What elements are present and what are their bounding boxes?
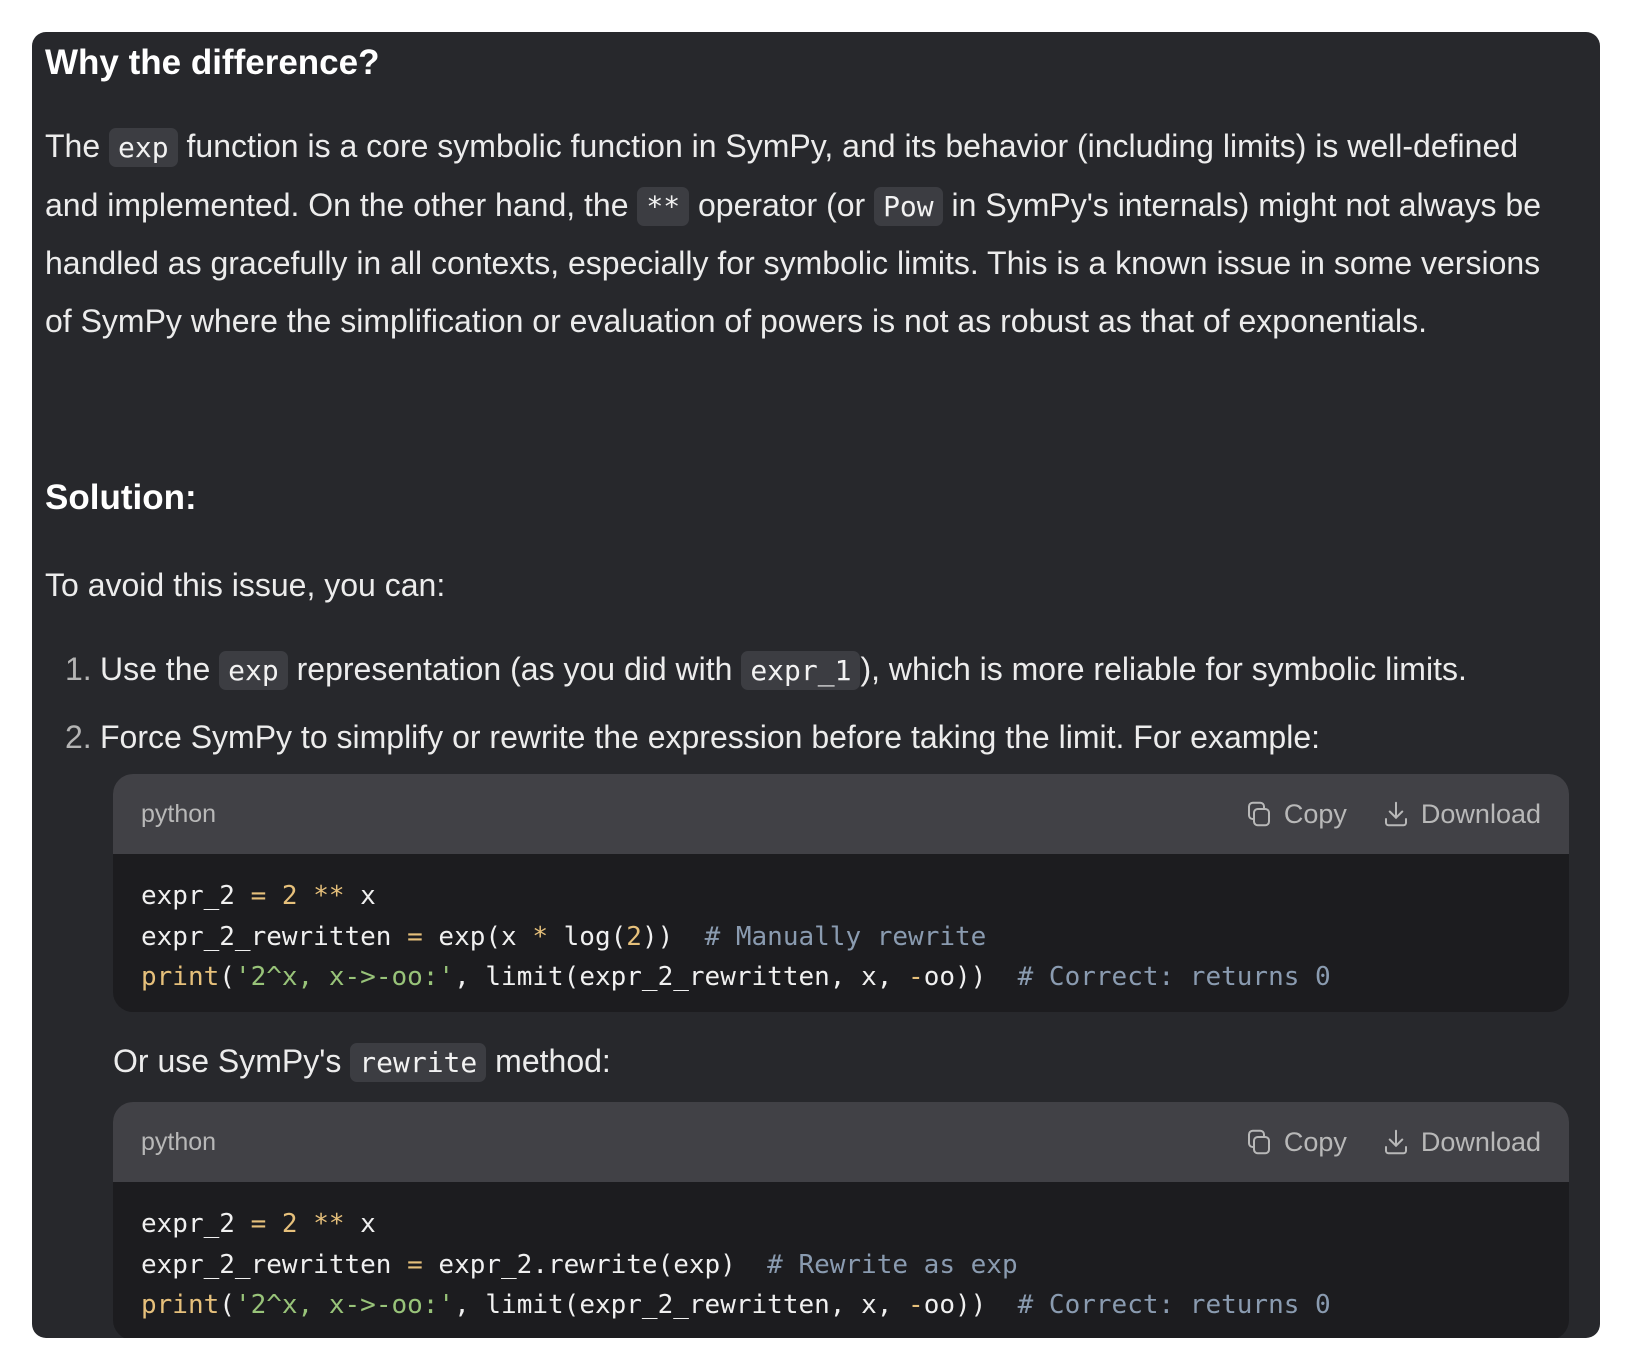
code-line: expr_2 = 2 ** x xyxy=(141,1204,1541,1245)
code-token: log( xyxy=(548,921,627,952)
inline-code-expr1: expr_1 xyxy=(741,651,861,690)
list-text: Use the xyxy=(100,651,220,687)
explanation-paragraph: The exp function is a core symbolic func… xyxy=(45,118,1555,350)
code-line: expr_2_rewritten = exp(x * log(2)) # Man… xyxy=(141,917,1541,958)
code-body: expr_2 = 2 ** x expr_2_rewritten = expr_… xyxy=(113,1182,1569,1338)
code-token: print xyxy=(141,962,220,992)
inline-code-rewrite: rewrite xyxy=(350,1043,487,1082)
code-line: expr_2 = 2 ** x xyxy=(141,876,1541,917)
inline-code-pow-operator: ** xyxy=(637,186,690,226)
list-text: ), which is more reliable for symbolic l… xyxy=(860,651,1467,687)
code-token: ** xyxy=(313,1209,345,1239)
code-block: python Copy Download expr_2 = 2 ** x exp… xyxy=(113,774,1569,1012)
list-number: 1. xyxy=(65,651,92,687)
code-line: expr_2_rewritten = expr_2.rewrite(exp) #… xyxy=(141,1245,1541,1286)
code-block-header: python Copy Download xyxy=(113,774,1569,854)
list-item-1: 1. Use the exp representation (as you did… xyxy=(65,646,1467,694)
code-token: oo)) xyxy=(923,1290,1018,1320)
copy-button[interactable]: Copy xyxy=(1244,1127,1347,1158)
code-token: = xyxy=(250,1209,267,1239)
code-language-label: python xyxy=(141,799,217,828)
code-token: 2 xyxy=(281,881,298,911)
code-block-header: python Copy Download xyxy=(113,1102,1569,1182)
inline-code-exp: exp xyxy=(219,651,288,690)
code-comment: # Manually rewrite xyxy=(704,921,987,952)
code-token: expr_2_rewritten xyxy=(141,1249,408,1280)
code-token: * xyxy=(532,921,548,952)
code-string: '2^x, x->-oo:' xyxy=(234,962,455,992)
code-comment: # Correct: returns 0 xyxy=(1017,962,1331,992)
section-heading-why: Why the difference? xyxy=(45,43,380,82)
code-line: print('2^x, x->-oo:', limit(expr_2_rewri… xyxy=(141,1285,1541,1326)
code-token: ( xyxy=(219,962,235,992)
code-token: x xyxy=(344,1209,376,1239)
rewrite-method-text: Or use SymPy's rewrite method: xyxy=(113,1038,611,1086)
copy-label: Copy xyxy=(1283,1126,1347,1157)
code-token: expr_2 xyxy=(141,881,251,911)
code-token: expr_2 xyxy=(141,1209,251,1239)
code-token: = xyxy=(407,921,423,952)
code-string: '2^x, x->-oo:' xyxy=(234,1290,455,1320)
copy-label: Copy xyxy=(1283,798,1347,829)
download-icon xyxy=(1384,801,1407,827)
code-token: , limit(expr_2_rewritten, x, xyxy=(454,1290,909,1320)
code-body: expr_2 = 2 ** x expr_2_rewritten = exp(x… xyxy=(113,854,1569,1012)
download-button[interactable]: Download xyxy=(1381,799,1541,830)
paragraph-text: operator (or xyxy=(689,186,875,223)
section-heading-solution: Solution: xyxy=(45,478,197,517)
code-token: expr_2_rewritten xyxy=(141,921,408,952)
code-token: 2 xyxy=(626,921,642,952)
code-token: print xyxy=(141,1290,220,1320)
code-token: , limit(expr_2_rewritten, x, xyxy=(454,962,909,992)
download-icon xyxy=(1384,1129,1407,1155)
code-token: - xyxy=(908,1290,924,1320)
download-label: Download xyxy=(1420,798,1541,829)
code-token: ( xyxy=(219,1290,235,1320)
code-comment: # Rewrite as exp xyxy=(767,1249,1018,1280)
code-token: ** xyxy=(313,881,345,911)
copy-button[interactable]: Copy xyxy=(1244,799,1347,830)
copy-icon xyxy=(1247,801,1270,827)
code-comment: # Correct: returns 0 xyxy=(1017,1290,1331,1320)
code-token: 2 xyxy=(281,1209,298,1239)
solution-intro: To avoid this issue, you can: xyxy=(45,567,446,603)
list-number: 2. xyxy=(65,719,92,755)
code-token: = xyxy=(250,881,267,911)
chat-message-panel: Why the difference? The exp function is … xyxy=(32,32,1600,1338)
list-item-2: 2. Force SymPy to simplify or rewrite the… xyxy=(65,714,1320,760)
code-token: x xyxy=(344,881,376,911)
paragraph-text: The xyxy=(45,128,110,164)
inline-code-pow: Pow xyxy=(874,186,943,226)
code-token: )) xyxy=(641,921,705,952)
code-token: - xyxy=(908,962,924,992)
code-line: print('2^x, x->-oo:', limit(expr_2_rewri… xyxy=(141,957,1541,998)
list-text: Force SymPy to simplify or rewrite the e… xyxy=(100,719,1320,755)
copy-icon xyxy=(1247,1129,1270,1155)
code-token: expr_2.rewrite(exp) xyxy=(422,1249,768,1280)
list-text: representation (as you did with xyxy=(287,651,742,687)
code-token: = xyxy=(407,1249,423,1280)
body-text: Or use SymPy's xyxy=(113,1043,351,1079)
code-token: exp(x xyxy=(422,921,533,952)
code-language-label: python xyxy=(141,1127,217,1156)
download-button[interactable]: Download xyxy=(1381,1127,1541,1158)
code-block: python Copy Download expr_2 = 2 ** x exp… xyxy=(113,1102,1569,1338)
body-text: method: xyxy=(486,1043,611,1079)
code-token: oo)) xyxy=(923,962,1018,992)
inline-code-exp: exp xyxy=(109,128,178,167)
download-label: Download xyxy=(1420,1126,1541,1157)
